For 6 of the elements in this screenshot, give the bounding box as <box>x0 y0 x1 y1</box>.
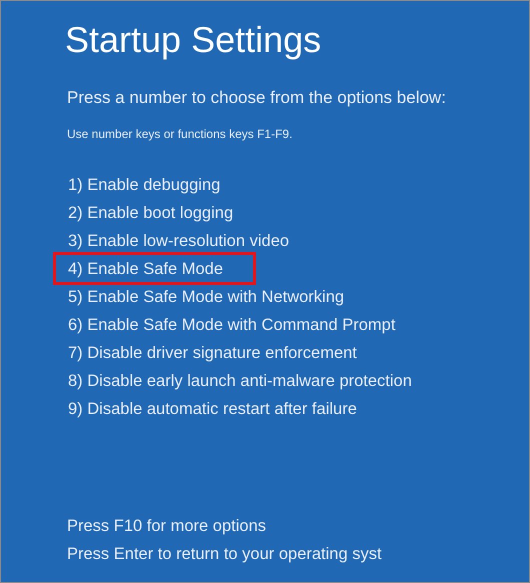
startup-option[interactable]: 4) Enable Safe Mode <box>53 252 256 285</box>
footer-text: Press Enter to return to your operating syst <box>67 544 383 564</box>
footer-text: Press F10 for more options <box>67 516 267 536</box>
hint-text: Use number keys or functions keys F1-F9. <box>67 127 294 141</box>
screen-title: Startup Settings <box>65 19 322 61</box>
prompt-text: Press a number to choose from the options below: <box>67 88 447 108</box>
